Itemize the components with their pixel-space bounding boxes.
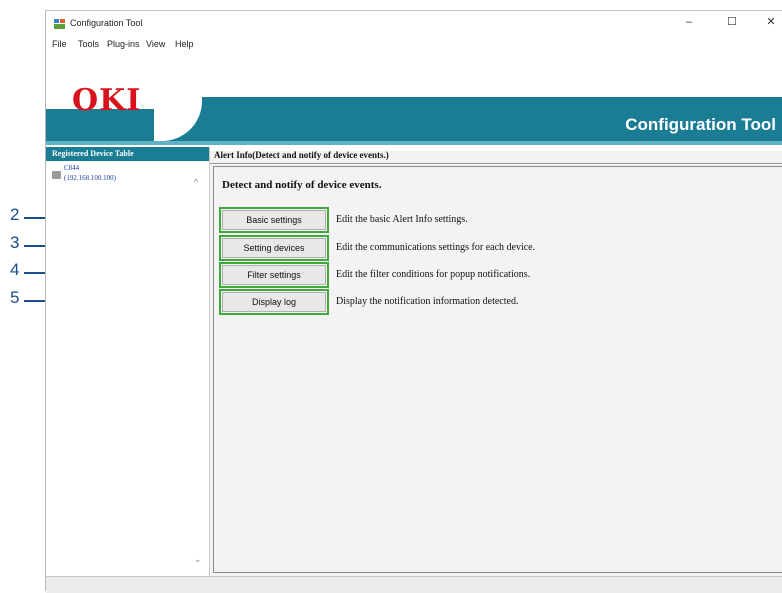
window-title: Configuration Tool xyxy=(70,18,143,28)
menu-bar: File Tools Plug-ins View Help xyxy=(46,37,782,53)
oki-logo: OKI xyxy=(72,83,142,118)
section-title: Detect and notify of device events. xyxy=(222,179,382,191)
app-icon xyxy=(54,19,65,29)
header-banner: OKI Configuration Tool xyxy=(46,53,782,151)
callout-5: 5 xyxy=(10,288,20,307)
menu-help[interactable]: Help xyxy=(175,39,194,49)
device-ip[interactable]: (192.168.100.100) xyxy=(64,174,116,182)
basic-settings-description: Edit the basic Alert Info settings. xyxy=(336,214,468,225)
alert-info-content: Detect and notify of device events. Basi… xyxy=(213,166,782,573)
setting-devices-description: Edit the communications settings for eac… xyxy=(336,242,536,253)
header-divider xyxy=(210,163,782,164)
minimize-button[interactable]: – xyxy=(682,15,696,29)
scroll-up-icon[interactable]: ^ xyxy=(194,177,198,187)
filter-settings-description: Edit the filter conditions for popup not… xyxy=(336,269,531,280)
maximize-button[interactable]: ☐ xyxy=(725,15,739,29)
filter-settings-button[interactable]: Filter settings xyxy=(219,262,329,288)
callout-3: 3 xyxy=(10,233,20,252)
device-table-header: Registered Device Table xyxy=(46,147,209,161)
printer-icon xyxy=(52,171,61,179)
status-bar xyxy=(46,576,782,593)
display-log-description: Display the notification information det… xyxy=(336,296,519,307)
title-bar: Configuration Tool – ☐ ✕ xyxy=(46,11,782,37)
banner-title: Configuration Tool xyxy=(625,115,776,134)
scroll-down-icon[interactable]: ⌄ xyxy=(194,554,202,565)
menu-plugins[interactable]: Plug-ins xyxy=(107,39,140,49)
callout-2: 2 xyxy=(10,205,20,224)
alert-info-header: Alert Info(Detect and notify of device e… xyxy=(214,150,389,160)
menu-view[interactable]: View xyxy=(146,39,165,49)
basic-settings-button[interactable]: Basic settings xyxy=(219,207,329,233)
banner-band xyxy=(176,97,782,109)
banner-stripe xyxy=(46,141,782,145)
menu-file[interactable]: File xyxy=(52,39,67,49)
app-window: Configuration Tool – ☐ ✕ File Tools Plug… xyxy=(45,10,782,593)
device-table-panel: Registered Device Table C844 (192.168.10… xyxy=(46,147,210,579)
menu-tools[interactable]: Tools xyxy=(78,39,99,49)
close-button[interactable]: ✕ xyxy=(764,15,778,29)
setting-devices-button[interactable]: Setting devices xyxy=(219,235,329,261)
device-name[interactable]: C844 xyxy=(64,164,79,172)
display-log-button[interactable]: Display log xyxy=(219,289,329,315)
callout-4: 4 xyxy=(10,260,20,279)
